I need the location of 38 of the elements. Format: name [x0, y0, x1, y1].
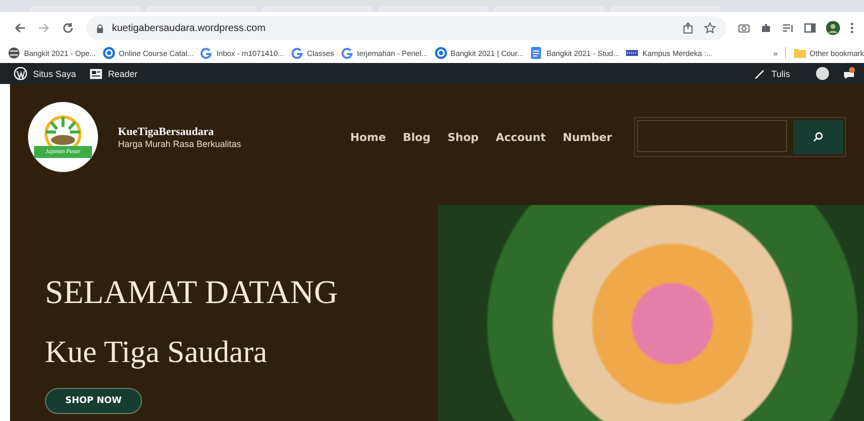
nav-link[interactable]: Home: [350, 130, 386, 144]
nav-link[interactable]: Blog: [402, 130, 430, 144]
search-icon: [813, 132, 823, 142]
lock-icon: [96, 24, 104, 32]
site-tagline: Harga Murah Rasa Berkualitas: [118, 138, 242, 148]
nav-link[interactable]: Shop: [448, 130, 479, 144]
profile-avatar-icon[interactable]: [816, 67, 829, 80]
pen-icon: [754, 68, 766, 80]
admin-bar-link[interactable]: Situs Saya: [33, 68, 76, 78]
search-button[interactable]: [793, 120, 843, 154]
share-icon: [683, 22, 694, 34]
circle-logo-icon: [434, 47, 447, 59]
menu-icon[interactable]: [850, 22, 854, 34]
back-icon[interactable]: [14, 22, 26, 34]
g-logo-icon: [341, 47, 354, 59]
nav-link[interactable]: Number: [562, 130, 612, 144]
reload-icon[interactable]: [62, 22, 74, 34]
hero-subheading: Kue Tiga Saudara: [45, 334, 268, 370]
search-field[interactable]: [637, 120, 787, 152]
avatar-icon[interactable]: [826, 21, 840, 35]
g-logo-icon: [200, 47, 212, 59]
g-logo-icon: [291, 47, 304, 59]
side-panel-icon[interactable]: [804, 22, 816, 34]
star-icon: [704, 22, 716, 34]
shop-now-button[interactable]: SHOP NOW: [45, 388, 142, 414]
wordpress-logo-icon: [14, 67, 27, 80]
hero-heading: SELAMAT DATANG: [45, 275, 339, 312]
circle-logo-icon: [102, 47, 115, 59]
write-link[interactable]: Tulis: [771, 68, 790, 78]
nav-link[interactable]: Account: [496, 130, 546, 144]
reader-icon: [90, 68, 102, 80]
site-title[interactable]: KueTigaBersaudara: [118, 126, 242, 138]
document-icon: [530, 47, 542, 59]
folder-icon: [794, 47, 806, 59]
camera-icon[interactable]: [738, 22, 750, 34]
notification-icon[interactable]: [843, 67, 856, 80]
address-bar[interactable]: kuetigabersaudara.wordpress.com: [86, 16, 726, 40]
admin-bar-link[interactable]: Reader: [108, 68, 138, 78]
